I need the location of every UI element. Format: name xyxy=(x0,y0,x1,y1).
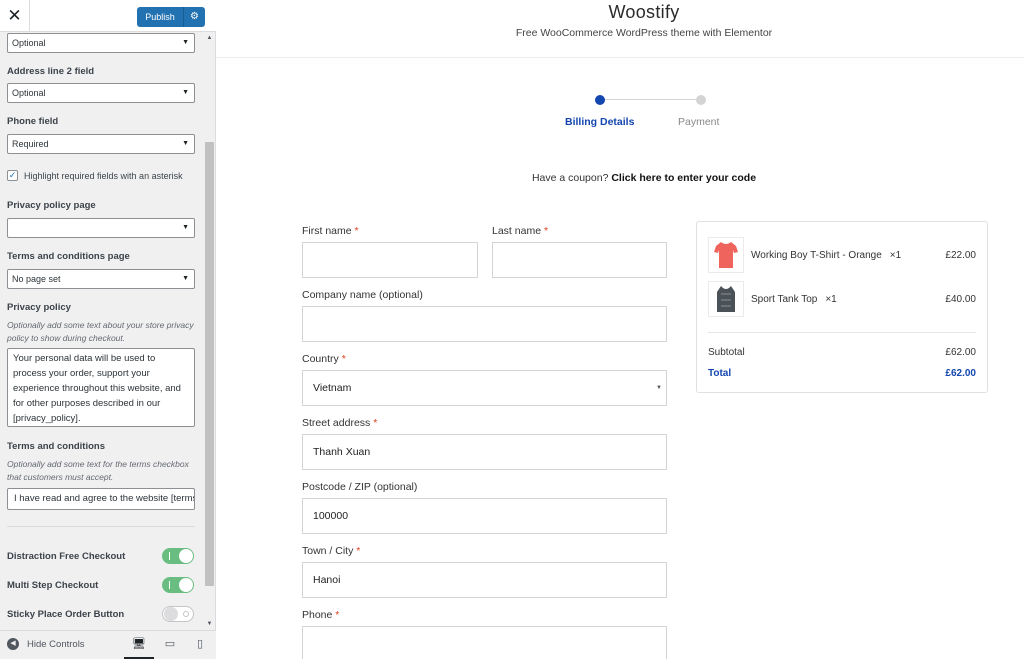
close-icon: ✕ xyxy=(7,6,22,25)
address-line-2-label: Address line 2 field xyxy=(7,66,95,77)
mobile-preview-icon[interactable]: ▯ xyxy=(185,631,215,659)
publish-settings-gear-icon[interactable]: ⚙ xyxy=(183,7,205,27)
scroll-up-arrow-icon[interactable]: ▲ xyxy=(204,32,215,44)
city-input[interactable]: Hanoi xyxy=(302,562,667,598)
address-line-2-value: Optional xyxy=(12,88,46,98)
privacy-page-select[interactable]: ▼ xyxy=(7,218,195,238)
company-label: Company name (optional) xyxy=(302,289,423,301)
hide-controls-button[interactable]: ◀ Hide Controls xyxy=(7,638,85,650)
first-name-input[interactable] xyxy=(302,242,478,278)
highlight-required-label: Highlight required fields with an asteri… xyxy=(24,171,183,181)
total-label: Total xyxy=(708,368,732,379)
privacy-page-label: Privacy policy page xyxy=(7,200,96,211)
hide-controls-label: Hide Controls xyxy=(27,638,85,650)
privacy-policy-textarea[interactable]: Your personal data will be used to proce… xyxy=(7,348,195,427)
multi-step-label: Multi Step Checkout xyxy=(7,580,99,591)
dropdown-arrow-icon: ▼ xyxy=(182,140,189,147)
postcode-label: Postcode / ZIP (optional) xyxy=(302,481,418,493)
distraction-free-label: Distraction Free Checkout xyxy=(7,551,126,562)
terms-page-label: Terms and conditions page xyxy=(7,251,130,262)
phone-label: Phone * xyxy=(302,609,340,621)
privacy-policy-label: Privacy policy xyxy=(7,302,71,313)
close-customizer-button[interactable]: ✕ xyxy=(0,0,30,32)
address-line-2-select[interactable]: Optional ▼ xyxy=(7,83,195,103)
sticky-order-toggle[interactable] xyxy=(162,606,194,622)
tshirt-icon xyxy=(714,242,738,268)
country-value: Vietnam xyxy=(313,382,352,394)
dropdown-arrow-icon: ▼ xyxy=(182,275,189,282)
total-value: £62.00 xyxy=(945,368,976,379)
site-preview: Woostify Free WooCommerce WordPress them… xyxy=(216,0,1024,659)
customizer-header: ✕ Publish ⚙ xyxy=(0,0,216,32)
distraction-free-toggle[interactable] xyxy=(162,548,194,564)
phone-field-value: Required xyxy=(12,139,49,149)
dropdown-arrow-icon: ▼ xyxy=(182,89,189,96)
city-label: Town / City * xyxy=(302,545,361,557)
sidebar-divider xyxy=(7,526,195,527)
highlight-required-checkbox[interactable]: ✓ xyxy=(7,170,18,181)
product-thumbnail-shirt[interactable] xyxy=(708,237,744,273)
collapse-arrow-icon: ◀ xyxy=(7,638,19,650)
site-header: Woostify Free WooCommerce WordPress them… xyxy=(216,0,1024,58)
dropdown-arrow-icon: ▼ xyxy=(182,39,189,46)
dropdown-arrow-icon: ▼ xyxy=(182,224,189,231)
steps-connector-line xyxy=(603,99,698,100)
terms-page-value: No page set xyxy=(12,274,61,284)
tablet-preview-icon[interactable]: ▭ xyxy=(155,631,185,659)
company-input[interactable] xyxy=(302,306,667,342)
last-name-input[interactable] xyxy=(492,242,667,278)
dropdown-arrow-icon: ▼ xyxy=(656,385,662,391)
product-thumbnail-tank[interactable] xyxy=(708,281,744,317)
tank-top-icon xyxy=(717,286,735,312)
first-name-label: First name * xyxy=(302,225,359,237)
coupon-link[interactable]: Click here to enter your code xyxy=(611,172,756,184)
step-payment-label[interactable]: Payment xyxy=(678,116,719,128)
sidebar-scrollbar[interactable]: ▲ ▼ xyxy=(204,32,215,630)
terms-conditions-label: Terms and conditions xyxy=(7,441,106,452)
order-item-name: Working Boy T-Shirt - Orange ×1 xyxy=(751,250,902,261)
terms-conditions-input[interactable]: I have read and agree to the website [te… xyxy=(7,488,195,510)
site-tagline: Free WooCommerce WordPress theme with El… xyxy=(515,27,773,39)
street-label: Street address * xyxy=(302,417,378,429)
order-item-price: £40.00 xyxy=(945,294,976,305)
terms-conditions-description: Optionally add some text for the terms c… xyxy=(7,459,189,482)
coupon-notice: Have a coupon? Click here to enter your … xyxy=(216,172,1024,184)
phone-input[interactable] xyxy=(302,626,667,659)
privacy-policy-description: Optionally add some text about your stor… xyxy=(7,320,194,343)
order-summary: Working Boy T-Shirt - Orange ×1 £22.00 Sp… xyxy=(696,221,988,393)
site-title[interactable]: Woostify xyxy=(216,2,1024,23)
publish-button[interactable]: Publish ⚙ xyxy=(137,7,205,27)
step-payment-dot xyxy=(696,95,706,105)
scroll-down-arrow-icon[interactable]: ▼ xyxy=(204,618,215,630)
phone-field-label: Phone field xyxy=(7,116,59,127)
customizer-footer: ◀ Hide Controls 🖥 ▭ ▯ xyxy=(0,630,216,659)
country-select[interactable]: Vietnam ▼ xyxy=(302,370,667,406)
street-input[interactable]: Thanh Xuan xyxy=(302,434,667,470)
coupon-text: Have a coupon? xyxy=(531,172,609,184)
address-line-1-value: Optional xyxy=(12,38,46,48)
publish-label: Publish xyxy=(145,12,175,22)
desktop-preview-icon[interactable]: 🖥 xyxy=(124,631,154,659)
terms-page-select[interactable]: No page set ▼ xyxy=(7,269,195,289)
multi-step-toggle[interactable] xyxy=(162,577,194,593)
postcode-input[interactable]: 100000 xyxy=(302,498,667,534)
scroll-thumb[interactable] xyxy=(205,142,214,586)
subtotal-label: Subtotal xyxy=(708,347,745,358)
sticky-order-label: Sticky Place Order Button xyxy=(7,609,125,620)
subtotal-value: £62.00 xyxy=(945,347,976,358)
customizer-sidebar: ✕ Publish ⚙ Optional ▼ Address line 2 fi… xyxy=(0,0,216,659)
order-divider xyxy=(708,332,976,333)
step-billing-dot xyxy=(595,95,605,105)
order-item-price: £22.00 xyxy=(945,250,976,261)
step-billing-label[interactable]: Billing Details xyxy=(565,116,634,128)
order-item-name: Sport Tank Top ×1 xyxy=(751,294,837,305)
last-name-label: Last name * xyxy=(492,225,549,237)
address-line-1-select[interactable]: Optional ▼ xyxy=(7,33,195,53)
country-label: Country * xyxy=(302,353,346,365)
phone-field-select[interactable]: Required ▼ xyxy=(7,134,195,154)
customizer-controls: Optional ▼ Address line 2 field Optional… xyxy=(0,32,216,630)
